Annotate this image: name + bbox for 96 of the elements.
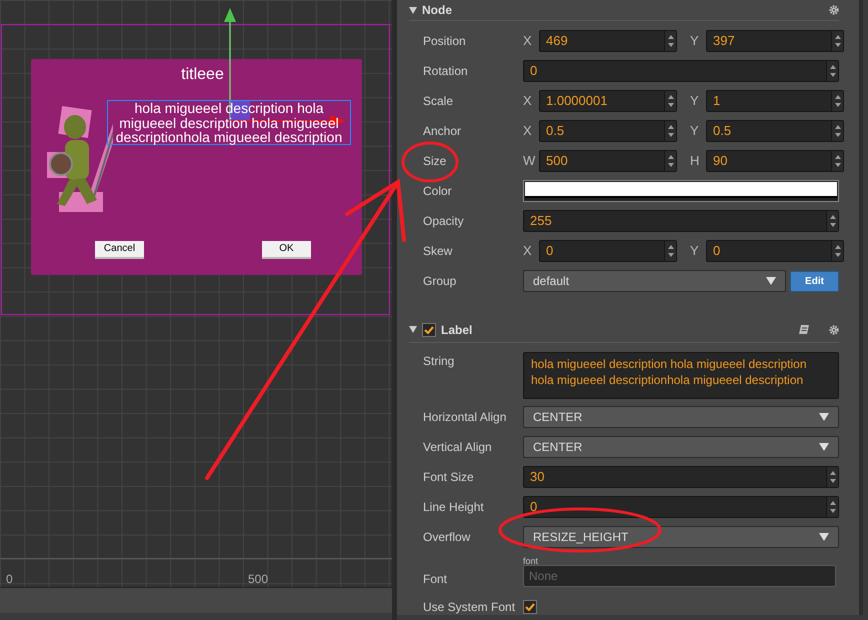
section-title: Node — [422, 2, 452, 19]
property-label: String — [423, 353, 456, 370]
axis-label: X — [523, 242, 533, 260]
number-field[interactable]: 469 — [539, 30, 677, 52]
axis-label: Y — [690, 122, 700, 140]
number-field[interactable]: 1 — [706, 90, 844, 112]
stepper-arrows-icon[interactable] — [668, 124, 674, 138]
stepper-arrows-icon[interactable] — [668, 34, 674, 48]
stepper-arrows-icon[interactable] — [830, 470, 836, 484]
stepper-arrows-icon[interactable] — [668, 154, 674, 168]
axis-label: X — [523, 92, 533, 110]
annotation-circle — [402, 142, 458, 182]
ruler-label: 0 — [6, 571, 13, 587]
axis-label: W — [523, 152, 536, 170]
field-value: 1 — [712, 92, 722, 110]
field-value: 500 — [545, 152, 569, 170]
property-label: Horizontal Align — [423, 409, 508, 426]
dropdown[interactable]: CENTER — [523, 406, 839, 428]
number-field[interactable]: 500 — [539, 150, 677, 172]
axis-label: Y — [690, 32, 700, 50]
field-value: 0 — [545, 242, 554, 260]
property-label: Skew — [423, 243, 454, 260]
dropdown[interactable]: RESIZE_HEIGHT — [523, 526, 839, 548]
field-value: 397 — [712, 32, 736, 50]
field-value: 0 — [529, 498, 538, 516]
stepper-arrows-icon[interactable] — [668, 244, 674, 258]
property-label: Size — [423, 153, 448, 170]
ruler-label: 500 — [248, 571, 268, 587]
axis-label: H — [690, 152, 700, 170]
dialog-button[interactable]: OK — [262, 241, 311, 259]
checkbox[interactable] — [422, 322, 436, 336]
number-field[interactable]: 0.5 — [539, 120, 677, 142]
settings-icon[interactable] — [829, 5, 839, 15]
axis-label: Y — [690, 92, 700, 110]
color-swatch[interactable] — [525, 182, 837, 198]
stepper-arrows-icon[interactable] — [830, 214, 836, 228]
axis-label: Y — [690, 242, 700, 260]
dropdown-caret-icon — [766, 277, 776, 285]
property-label: Rotation — [423, 63, 469, 80]
property-label: Line Height — [423, 499, 485, 516]
field-value: 90 — [712, 152, 728, 170]
checkbox[interactable] — [523, 600, 537, 614]
property-label: Overflow — [423, 529, 472, 546]
asset-tag: font — [523, 557, 839, 566]
property-label: Font — [423, 571, 448, 588]
field-value: 0 — [529, 62, 538, 80]
dropdown-caret-icon — [819, 533, 829, 541]
field-value: 469 — [545, 32, 569, 50]
number-field[interactable]: 0.5 — [706, 120, 844, 142]
settings-icon[interactable] — [829, 324, 839, 334]
number-field[interactable]: 1.0000001 — [539, 90, 677, 112]
dialog-title: titleee — [180, 66, 225, 84]
stepper-arrows-icon[interactable] — [834, 244, 840, 258]
property-label: Color — [423, 183, 453, 200]
number-field[interactable]: 0 — [706, 240, 844, 262]
property-label: Scale — [423, 93, 454, 110]
dropdown-caret-icon — [819, 413, 829, 421]
property-label: Opacity — [423, 213, 465, 230]
number-field[interactable]: 255 — [523, 210, 839, 232]
stepper-arrows-icon[interactable] — [830, 64, 836, 78]
stepper-arrows-icon[interactable] — [834, 154, 840, 168]
collapse-triangle-icon[interactable] — [409, 326, 417, 333]
property-label: Vertical Align — [423, 439, 493, 456]
axis-label: X — [523, 122, 533, 140]
number-field[interactable]: 397 — [706, 30, 844, 52]
property-label: Group — [423, 273, 458, 290]
dropdown[interactable]: CENTER — [523, 436, 839, 458]
property-label: Position — [423, 33, 467, 50]
dropdown[interactable]: default — [523, 270, 786, 292]
stepper-arrows-icon[interactable] — [834, 94, 840, 108]
field-value: 1.0000001 — [545, 92, 608, 110]
number-field[interactable]: 0 — [523, 60, 839, 82]
dialog-button[interactable]: Cancel — [95, 241, 144, 259]
field-value: 0 — [712, 242, 722, 260]
field-value: 255 — [529, 212, 553, 230]
book-icon[interactable] — [799, 325, 809, 334]
axis-label: X — [523, 32, 533, 50]
edit-button[interactable]: Edit — [790, 270, 839, 292]
number-field[interactable]: 0 — [523, 496, 839, 518]
property-label: Anchor — [423, 123, 462, 140]
stepper-arrows-icon[interactable] — [830, 500, 836, 514]
collapse-triangle-icon[interactable] — [409, 6, 417, 14]
field-value: 0.5 — [545, 122, 566, 140]
number-field[interactable]: 30 — [523, 466, 839, 488]
number-field[interactable]: 90 — [706, 150, 844, 172]
section-title: Label — [441, 322, 472, 338]
text-area[interactable]: hola migueeel description hola migueeel description hola migueeel descriptionhola migueeel description — [523, 352, 839, 399]
property-label: Use System Font — [423, 599, 516, 616]
property-label: Font Size — [423, 469, 475, 486]
field-value: 0.5 — [712, 122, 732, 140]
field-value: 30 — [529, 468, 546, 486]
stepper-arrows-icon[interactable] — [834, 34, 840, 48]
stepper-arrows-icon[interactable] — [834, 124, 840, 138]
stepper-arrows-icon[interactable] — [668, 94, 674, 108]
number-field[interactable]: 0 — [539, 240, 677, 262]
dropdown-caret-icon — [819, 443, 829, 451]
